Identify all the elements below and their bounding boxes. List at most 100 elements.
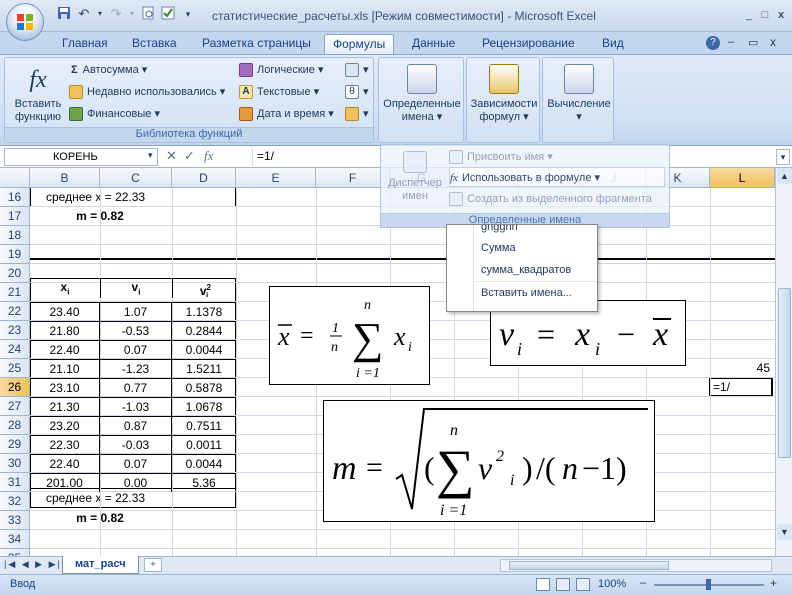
header-v[interactable]: vi [100, 278, 172, 297]
equation-mean[interactable]: x = 1 n ∑ n i =1 x i [269, 286, 430, 385]
table-cell[interactable]: 1.1378 [172, 302, 236, 321]
table-cell[interactable]: 0.0044 [172, 340, 236, 359]
zoom-level[interactable]: 100% [598, 578, 626, 590]
calculation-button[interactable]: Вычисление ▾ [545, 64, 613, 124]
name-manager-button[interactable]: Диспетчер имен [385, 151, 445, 203]
horizontal-scrollbar[interactable] [500, 559, 772, 572]
tab-home[interactable]: Главная [54, 34, 116, 54]
table-cell[interactable]: 5.36 [172, 473, 236, 492]
table-cell[interactable]: 0.00 [100, 473, 172, 492]
normal-view-icon[interactable] [536, 578, 550, 591]
column-header-f[interactable]: F [316, 168, 390, 188]
select-all-corner[interactable] [0, 168, 30, 188]
row-header-25[interactable]: 25 [0, 359, 30, 378]
column-header-e[interactable]: E [236, 168, 316, 188]
redo-dropdown-icon[interactable]: ▾ [124, 6, 140, 22]
row-header-26[interactable]: 26 [0, 378, 30, 397]
row-header-24[interactable]: 24 [0, 340, 30, 359]
table-cell[interactable]: 0.87 [100, 416, 172, 435]
tab-review[interactable]: Рецензирование [474, 34, 583, 54]
table-cell[interactable]: 0.0011 [172, 435, 236, 454]
cell-l26-edit[interactable]: =1/ [709, 377, 773, 397]
menu-item-sum[interactable]: Сумма [447, 237, 597, 259]
cancel-icon[interactable]: ✕ [166, 148, 177, 164]
header-x[interactable]: xi [30, 278, 100, 297]
header-v2[interactable]: v2i [172, 278, 236, 297]
row-header-27[interactable]: 27 [0, 397, 30, 416]
office-button[interactable] [6, 3, 44, 41]
scroll-thumb[interactable] [778, 288, 791, 458]
column-header-d[interactable]: D [172, 168, 236, 188]
minimize-button[interactable]: _ [742, 8, 756, 22]
table-cell[interactable]: 23.10 [30, 378, 100, 397]
use-in-formula-button[interactable]: fx Использовать в формуле ▾ [449, 167, 665, 187]
sheet-navigation-icons[interactable]: |◀ ◀ ▶ ▶| [4, 559, 62, 570]
row-header-20[interactable]: 20 [0, 264, 30, 283]
table-cell[interactable]: -0.53 [100, 321, 172, 340]
row-header-17[interactable]: 17 [0, 207, 30, 226]
tab-view[interactable]: Вид [594, 34, 632, 54]
maximize-button[interactable]: □ [758, 8, 772, 22]
page-break-view-icon[interactable] [576, 578, 590, 591]
row-header-22[interactable]: 22 [0, 302, 30, 321]
expand-formula-bar-button[interactable]: ▾ [776, 149, 790, 165]
zoom-out-button[interactable]: – [640, 577, 646, 589]
customize-qat-icon[interactable]: ▾ [180, 6, 196, 22]
column-header-c[interactable]: C [100, 168, 172, 188]
row-header-16[interactable]: 16 [0, 188, 30, 207]
name-box[interactable]: КОРЕНЬ [4, 148, 158, 166]
zoom-slider-thumb[interactable] [706, 579, 711, 590]
ribbon-minimize-button[interactable]: – [728, 36, 734, 48]
defined-names-button[interactable]: Определенные имена ▾ [381, 64, 463, 124]
table-cell[interactable]: 0.2844 [172, 321, 236, 340]
mean-label-top[interactable]: среднее x = 22.33 [30, 188, 190, 207]
table-cell[interactable]: -1.03 [100, 397, 172, 416]
more-functions-button[interactable]: ▾ [345, 104, 369, 124]
close-button[interactable]: x [774, 8, 788, 22]
table-cell[interactable]: 22.40 [30, 340, 100, 359]
tab-formulas[interactable]: Формулы [324, 34, 395, 54]
name-box-dropdown-icon[interactable]: ▾ [148, 150, 153, 161]
formula-dependencies-button[interactable]: Зависимости формул ▾ [469, 64, 539, 124]
ribbon-restore-button[interactable]: ▭ [748, 36, 758, 49]
table-cell[interactable]: 0.07 [100, 454, 172, 473]
scroll-up-button[interactable]: ▲ [777, 168, 792, 184]
row-header-23[interactable]: 23 [0, 321, 30, 340]
lookup-button[interactable]: ▾ [345, 60, 369, 80]
table-cell[interactable]: 23.40 [30, 302, 100, 321]
column-header-l[interactable]: L [710, 168, 775, 188]
vertical-scrollbar[interactable]: ▲ ▼ [775, 168, 792, 556]
autosum-button[interactable]: Σ Автосумма ▾ [71, 60, 147, 80]
menu-item-partial[interactable]: gnggnn [447, 225, 597, 233]
table-cell[interactable]: 21.10 [30, 359, 100, 378]
redo-icon[interactable]: ↷ [108, 6, 124, 22]
text-functions-button[interactable]: A Текстовые ▾ [239, 82, 319, 102]
menu-item-sum-squares[interactable]: сумма_квадратов [447, 259, 597, 281]
undo-dropdown-icon[interactable]: ▾ [92, 6, 108, 22]
table-cell[interactable]: 1.07 [100, 302, 172, 321]
zoom-in-button[interactable]: + [770, 576, 777, 590]
table-cell[interactable]: 201.00 [30, 473, 100, 492]
sheet-tab-active[interactable]: мат_расч [62, 556, 139, 574]
row-header-33[interactable]: 33 [0, 511, 30, 530]
h-scroll-thumb[interactable] [509, 561, 669, 570]
print-preview-icon[interactable] [140, 6, 156, 22]
table-cell[interactable]: 22.30 [30, 435, 100, 454]
table-cell[interactable]: 0.5878 [172, 378, 236, 397]
page-layout-view-icon[interactable] [556, 578, 570, 591]
row-header-34[interactable]: 34 [0, 530, 30, 549]
tab-data[interactable]: Данные [404, 34, 463, 54]
workbook-close-button[interactable]: x [770, 35, 776, 49]
table-cell[interactable]: 1.0678 [172, 397, 236, 416]
spelling-icon[interactable] [160, 6, 176, 22]
assign-name-button[interactable]: Присвоить имя ▾ [449, 147, 553, 167]
table-cell[interactable]: 0.07 [100, 340, 172, 359]
table-cell[interactable]: 1.5211 [172, 359, 236, 378]
table-cell[interactable]: -0.03 [100, 435, 172, 454]
row-header-28[interactable]: 28 [0, 416, 30, 435]
datetime-button[interactable]: Дата и время ▾ [239, 104, 334, 124]
table-cell[interactable]: 23.20 [30, 416, 100, 435]
table-cell[interactable]: 0.0044 [172, 454, 236, 473]
row-header-21[interactable]: 21 [0, 283, 30, 302]
row-header-30[interactable]: 30 [0, 454, 30, 473]
